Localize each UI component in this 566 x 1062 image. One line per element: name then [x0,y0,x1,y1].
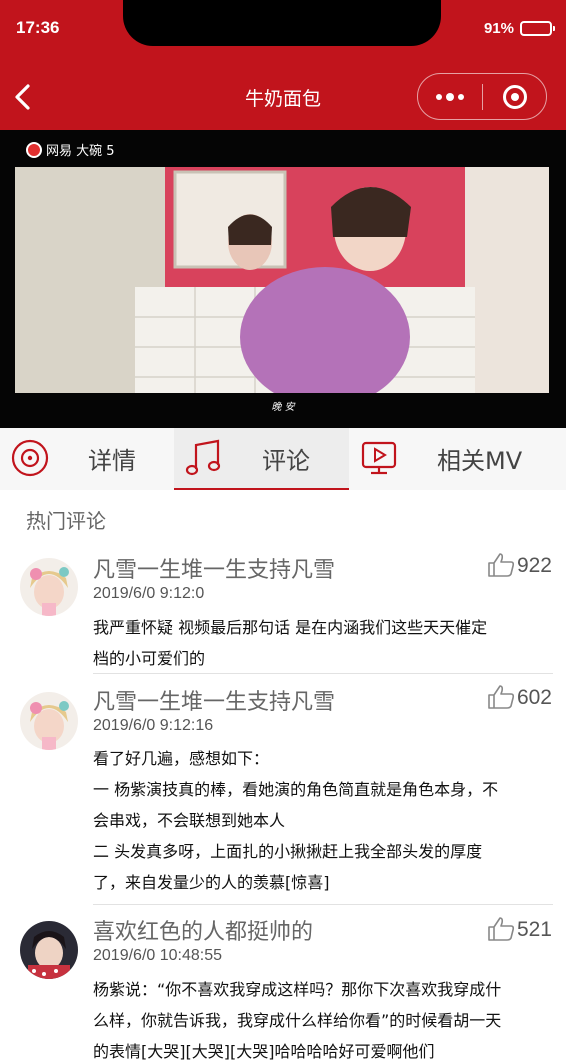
battery-status: 91% [483,20,555,37]
comment-text: 我严重怀疑 视频最后那句话 是在内涵我们这些天天催定 档的小可爱们的 [93,612,553,674]
status-time: 17:36 [16,18,60,37]
like-button[interactable]: 602 [487,684,552,710]
divider [93,673,553,674]
target-icon [502,84,527,109]
divider [93,904,553,905]
tab-comments[interactable]: 评论 [174,428,349,490]
comment-line: 一 杨紫演技真的棒，看她演的角色简直就是角色本身，不 [93,780,499,799]
avatar[interactable] [20,558,78,616]
dot [436,93,442,100]
avatar[interactable] [20,692,78,750]
like-count: 521 [516,918,552,941]
like-button[interactable]: 922 [487,552,552,578]
netease-logo-icon [26,141,42,158]
tab-related-mv[interactable]: 相关MV [349,428,566,488]
tab-bar: 详情 评论 相关MV [0,428,566,490]
comment-text: 看了好几遍，感想如下： 一 杨紫演技真的棒，看她演的角色简直就是角色本身，不 会… [93,743,553,898]
watermark-text: 网易 大碗 5 [46,144,115,159]
battery-percent: 91% [483,20,514,37]
comment-time: 2019/6/0 9:12:16 [93,717,214,734]
like-button[interactable]: 521 [487,916,552,942]
dot [458,93,464,100]
video-subtitle: 晚 安 [271,402,295,413]
comment-line: 么样，你就告诉我，我穿成什么样给你看”的时候看胡一天 [93,1011,502,1030]
comment-username[interactable]: 喜欢红色的人都挺帅的 [93,914,313,946]
thumbs-up-icon [488,553,515,577]
hot-comments-heading: 热门评论 [26,509,106,533]
more-menu-button[interactable] [418,92,482,101]
comment-line: 的表情[大哭][大哭][大哭]哈哈哈哈好可爱啊他们 [93,1042,435,1061]
comment-username[interactable]: 凡雪一生堆一生支持凡雪 [93,684,335,716]
comment-line: 我严重怀疑 视频最后那句话 是在内涵我们这些天天催定 [93,618,488,637]
video-play-icon [361,441,397,475]
miniprogram-capsule [417,73,547,120]
thumbs-up-icon [488,685,515,709]
comment-line: 杨紫说：“你不喜欢我穿成这样吗？那你下次喜欢我穿成什 [93,980,502,999]
comment-line: 会串戏，不会联想到她本人 [93,811,286,830]
top-bar: 17:36 91% 牛奶面包 [0,0,566,130]
comment-username[interactable]: 凡雪一生堆一生支持凡雪 [93,552,335,584]
tab-details[interactable]: 详情 [0,428,174,488]
comment-line: 档的小可爱们的 [93,649,206,668]
video-player[interactable]: 网易 大碗 5 晚 安 [0,130,566,428]
like-count: 922 [516,554,552,577]
comment-line: 了，来自发量少的人的羡慕[惊喜] [93,873,330,892]
tab-related-mv-label: 相关MV [437,446,523,475]
video-frame [15,167,549,393]
comment-line: 二 头发真多呀，上面扎的小揪揪赶上我全部头发的厚度 [93,842,483,861]
disc-icon [11,439,49,477]
comment-text: 杨紫说：“你不喜欢我穿成这样吗？那你下次喜欢我穿成什 么样，你就告诉我，我穿成什… [93,974,553,1062]
comment-time: 2019/6/0 9:12:0 [93,585,205,602]
battery-icon [520,21,555,36]
dot [446,92,454,101]
tab-details-label: 详情 [88,446,136,475]
like-count: 602 [516,686,552,709]
comment-time: 2019/6/0 10:48:55 [93,947,223,964]
video-watermark: 网易 大碗 5 [26,140,115,159]
avatar[interactable] [20,921,78,979]
thumbs-up-icon [488,917,515,941]
device-notch [123,0,441,46]
comment-line: 看了好几遍，感想如下： [93,749,270,768]
close-miniprogram-button[interactable] [483,84,546,109]
music-note-icon [185,439,221,476]
tab-comments-label: 评论 [262,446,310,475]
